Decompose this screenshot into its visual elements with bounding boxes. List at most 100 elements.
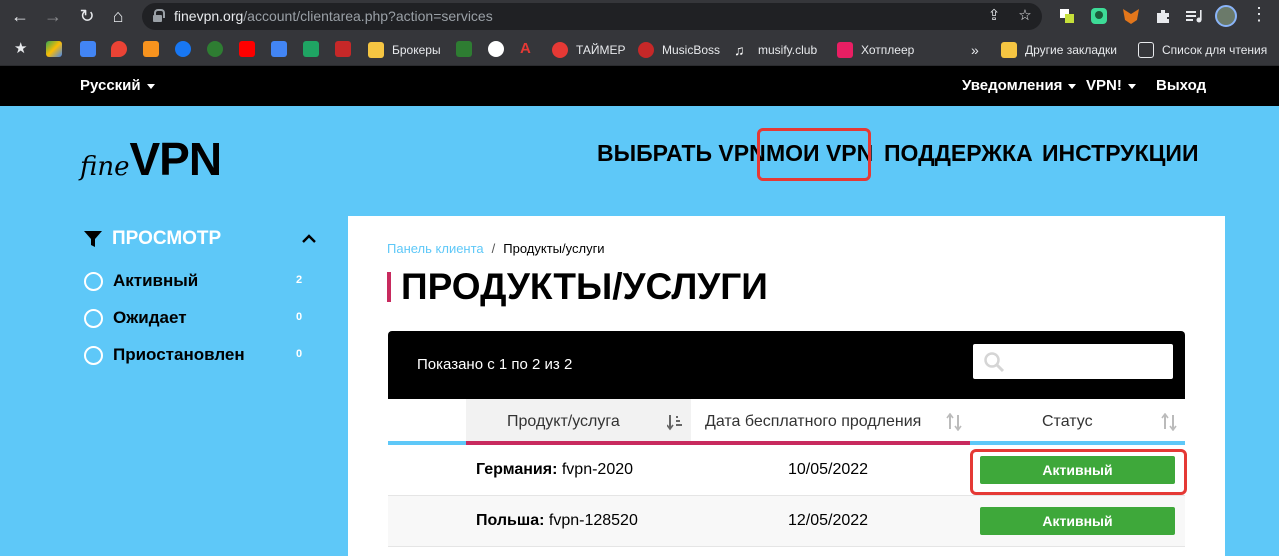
metamask-icon[interactable] — [1121, 6, 1141, 26]
bookmark-reading-list[interactable]: Список для чтения — [1138, 41, 1267, 59]
star-icon[interactable]: ☆ — [1015, 6, 1035, 24]
sort-desc-icon — [667, 415, 682, 431]
language-dropdown[interactable]: Русский — [80, 77, 155, 94]
google-translate-icon[interactable] — [271, 41, 287, 57]
chevron-up-icon[interactable] — [302, 232, 316, 246]
search-input[interactable] — [1009, 350, 1167, 372]
extension-icon-1[interactable] — [1057, 6, 1077, 26]
radio-button[interactable] — [84, 308, 103, 328]
profile-avatar[interactable] — [1215, 5, 1237, 27]
table-search[interactable] — [973, 344, 1173, 379]
bookmarks-star-icon[interactable]: ★ — [14, 41, 30, 57]
url-host: finevpn.org — [174, 8, 244, 24]
site-topbar: Русский Уведомления VPN! Выход — [0, 66, 1279, 106]
column-header-renewal-date[interactable]: Дата бесплатного продления — [691, 399, 970, 445]
product-service: fvpn-128520 — [544, 512, 638, 529]
facebook-icon[interactable] — [175, 41, 191, 57]
bookmark-shield-icon[interactable] — [488, 41, 504, 57]
back-icon[interactable]: ← — [8, 4, 32, 28]
maps-icon[interactable] — [111, 41, 127, 57]
reading-list-icon — [1138, 42, 1154, 58]
bookmark-musicboss[interactable]: MusicBoss — [638, 41, 720, 59]
logout-link[interactable]: Выход — [1156, 77, 1206, 94]
radio-button[interactable] — [84, 271, 103, 291]
renewal-date-cell: 10/05/2022 — [788, 461, 869, 478]
funnel-icon — [84, 231, 102, 247]
timer-icon — [552, 42, 568, 58]
reload-icon[interactable]: ↻ — [75, 4, 99, 28]
hotplayer-icon — [837, 42, 853, 58]
bookmark-other[interactable]: Другие закладки — [1001, 41, 1117, 59]
evernote-icon[interactable] — [207, 41, 223, 57]
filter-count: 2 — [296, 274, 303, 286]
product-country: Германия: — [476, 461, 558, 478]
share-icon[interactable]: ⇪ — [984, 6, 1004, 24]
bookmark-label: Список для чтения — [1162, 43, 1268, 57]
address-bar[interactable]: finevpn.org/account/clientarea.php?actio… — [142, 3, 1042, 30]
column-header-label: Продукт/услуга — [507, 413, 620, 430]
translator-icon[interactable] — [335, 41, 351, 57]
puzzle-icon[interactable] — [1153, 6, 1173, 26]
odnoklassniki-icon[interactable] — [143, 41, 159, 57]
nav-instructions[interactable]: ИНСТРУКЦИИ — [1042, 140, 1198, 167]
bookmark-timer[interactable]: ТАЙМЕР — [552, 41, 626, 59]
bookmark-label: Брокеры — [392, 43, 441, 57]
vpn-menu-label: VPN! — [1086, 77, 1122, 94]
table-header: Продукт/услуга Дата бесплатного продлени… — [388, 399, 1185, 445]
column-header-status[interactable]: Статус — [970, 399, 1185, 445]
filter-active[interactable]: Активный — [84, 270, 198, 292]
notifications-label: Уведомления — [962, 77, 1063, 94]
musicboss-icon — [638, 42, 654, 58]
highlight-frame-status — [970, 449, 1187, 495]
bookmark-label: musify.club — [758, 43, 818, 57]
filter-header[interactable]: ПРОСМОТР — [84, 228, 221, 250]
table-row[interactable]: Польша: fvpn-128520 12/05/2022 Активный — [388, 496, 1185, 547]
extension-icon-2[interactable] — [1089, 6, 1109, 26]
column-header-label: Статус — [1042, 413, 1093, 430]
sort-both-icon — [1161, 413, 1177, 431]
breadcrumb-home-link[interactable]: Панель клиента — [387, 241, 484, 256]
page-title-text: ПРОДУКТЫ/УСЛУГИ — [401, 266, 768, 307]
google-drive-icon[interactable] — [46, 41, 62, 57]
table-info: Показано с 1 по 2 из 2 — [417, 356, 573, 373]
radio-button[interactable] — [84, 345, 103, 365]
bookmark-green-icon[interactable] — [456, 41, 472, 57]
site-logo[interactable]: fineVPN — [80, 132, 222, 186]
address-url[interactable]: finevpn.org/account/clientarea.php?actio… — [174, 8, 493, 24]
more-bookmarks-icon[interactable]: » — [971, 41, 979, 59]
music-note-icon: ♫ — [734, 42, 745, 58]
page-title: ПРОДУКТЫ/УСЛУГИ — [387, 266, 768, 308]
folder-icon — [1001, 42, 1017, 58]
nav-support[interactable]: ПОДДЕРЖКА — [884, 140, 1033, 167]
product-cell: Польша: fvpn-128520 — [476, 512, 638, 530]
column-header-label: Дата бесплатного продления — [705, 413, 922, 430]
filter-pending[interactable]: Ожидает — [84, 307, 187, 329]
product-country: Польша: — [476, 512, 545, 529]
filter-count: 0 — [296, 348, 303, 360]
bookmark-hotplayer[interactable]: Хотплеер — [837, 41, 914, 59]
filter-label: Ожидает — [113, 308, 187, 327]
logo-vpn: VPN — [129, 133, 222, 185]
sort-both-icon — [946, 413, 962, 431]
menu-kebab-icon[interactable]: ⋮ — [1250, 4, 1268, 25]
bookmark-musify[interactable]: ♫ musify.club — [734, 41, 817, 59]
youtube-icon[interactable] — [239, 41, 255, 57]
table-toolbar: Показано с 1 по 2 из 2 — [388, 331, 1185, 399]
google-play-icon[interactable] — [303, 41, 319, 57]
bookmark-letter-a-icon[interactable]: A — [520, 41, 536, 57]
nav-choose-vpn[interactable]: ВЫБРАТЬ VPN — [597, 140, 766, 167]
language-label: Русский — [80, 77, 141, 94]
calendar-icon[interactable] — [80, 41, 96, 57]
column-header-product[interactable]: Продукт/услуга — [466, 399, 691, 445]
breadcrumb-current: Продукты/услуги — [503, 241, 605, 256]
logo-fine: fine — [80, 152, 130, 182]
lock-icon — [153, 9, 165, 22]
filter-suspended[interactable]: Приостановлен — [84, 344, 245, 366]
vpn-dropdown[interactable]: VPN! — [1086, 77, 1136, 94]
bookmark-brokers[interactable]: Брокеры — [368, 41, 441, 59]
media-control-icon[interactable] — [1184, 6, 1204, 26]
home-icon[interactable]: ⌂ — [106, 4, 130, 28]
notifications-dropdown[interactable]: Уведомления — [962, 77, 1077, 94]
forward-icon[interactable]: → — [41, 4, 65, 28]
browser-toolbar: ← → ↻ ⌂ finevpn.org/account/clientarea.p… — [0, 0, 1279, 33]
